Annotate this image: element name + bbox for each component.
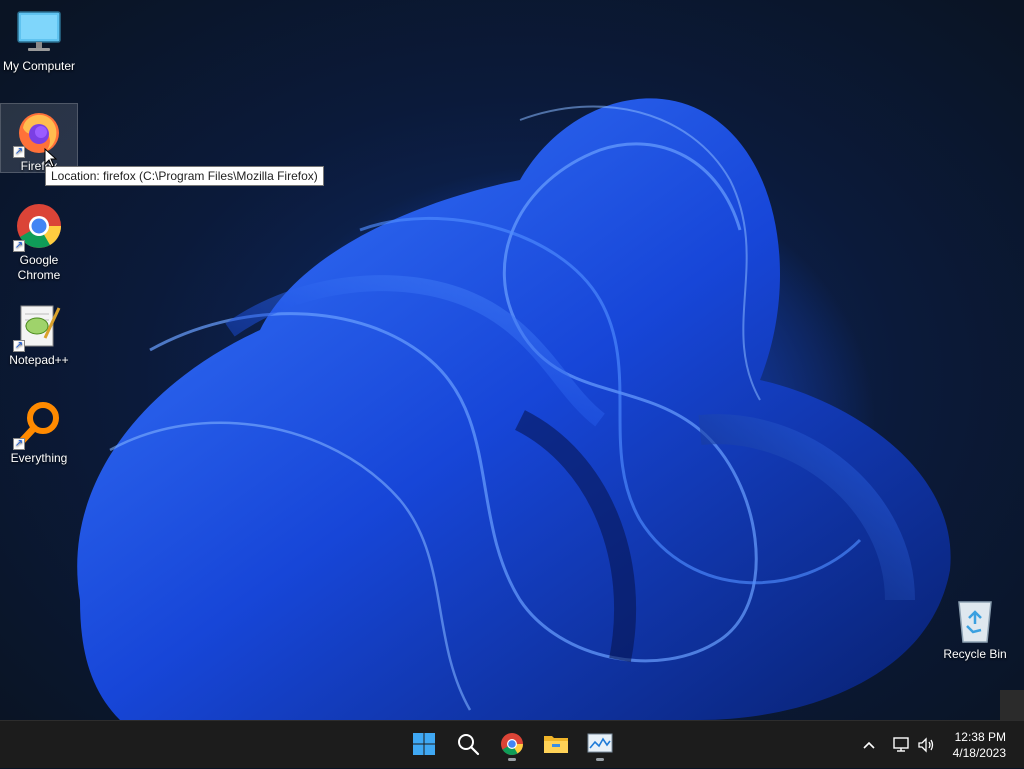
desktop-icon-notepad-plus-plus[interactable]: ↗ Notepad++ bbox=[0, 302, 78, 368]
shortcut-arrow-icon: ↗ bbox=[13, 340, 25, 352]
taskbar-task-manager-button[interactable] bbox=[581, 725, 619, 763]
start-icon bbox=[413, 733, 435, 755]
clock-date: 4/18/2023 bbox=[952, 746, 1006, 760]
taskbar: 12:38 PM 4/18/2023 bbox=[0, 720, 1024, 768]
clock-time: 12:38 PM bbox=[954, 730, 1006, 744]
shortcut-arrow-icon: ↗ bbox=[13, 146, 25, 158]
desktop-icon-label: Recycle Bin bbox=[943, 647, 1007, 661]
recycle-bin-icon bbox=[951, 596, 999, 644]
shortcut-arrow-icon: ↗ bbox=[13, 438, 25, 450]
desktop: My Computer ↗ Firefox ↗ Google Chrome ↗ … bbox=[0, 0, 1024, 720]
mouse-cursor-icon bbox=[44, 148, 58, 168]
taskbar-search-button[interactable] bbox=[449, 725, 487, 763]
desktop-icon-label: Everything bbox=[10, 451, 68, 465]
running-indicator bbox=[508, 758, 516, 761]
taskbar-clock[interactable]: 12:38 PM 4/18/2023 bbox=[953, 729, 1006, 761]
search-icon bbox=[458, 734, 480, 756]
start-button[interactable] bbox=[405, 725, 443, 763]
desktop-icon-google-chrome[interactable]: ↗ Google Chrome bbox=[0, 202, 78, 283]
desktop-icon-firefox[interactable]: ↗ Firefox bbox=[0, 103, 78, 173]
chrome-icon: ↗ bbox=[13, 202, 63, 252]
show-desktop-corner[interactable] bbox=[1000, 690, 1024, 720]
desktop-icon-label: Notepad++ bbox=[9, 353, 69, 367]
taskbar-file-explorer-button[interactable] bbox=[537, 725, 575, 763]
network-icon[interactable] bbox=[890, 737, 914, 753]
volume-icon[interactable] bbox=[914, 737, 938, 753]
monitor-icon bbox=[15, 8, 63, 56]
file-explorer-icon bbox=[544, 736, 568, 753]
wallpaper-bloom bbox=[77, 98, 951, 720]
notepad-plus-plus-icon: ↗ bbox=[13, 302, 63, 352]
desktop-icon-label: My Computer bbox=[2, 59, 76, 73]
chrome-icon bbox=[501, 733, 523, 755]
firefox-location-tooltip: Location: firefox (C:\Program Files\Mozi… bbox=[45, 166, 324, 186]
chevron-up-icon[interactable] bbox=[858, 740, 880, 750]
desktop-icon-recycle-bin[interactable]: Recycle Bin bbox=[936, 596, 1014, 662]
taskbar-chrome-button[interactable] bbox=[493, 725, 531, 763]
shortcut-arrow-icon: ↗ bbox=[13, 240, 25, 252]
system-tray bbox=[858, 721, 938, 769]
desktop-icon-label: Google Chrome bbox=[17, 253, 61, 282]
desktop-icon-my-computer[interactable]: My Computer bbox=[0, 8, 78, 74]
everything-search-icon: ↗ bbox=[13, 400, 63, 450]
desktop-icon-everything[interactable]: ↗ Everything bbox=[0, 400, 78, 466]
task-manager-icon bbox=[587, 733, 613, 753]
running-indicator bbox=[596, 758, 604, 761]
